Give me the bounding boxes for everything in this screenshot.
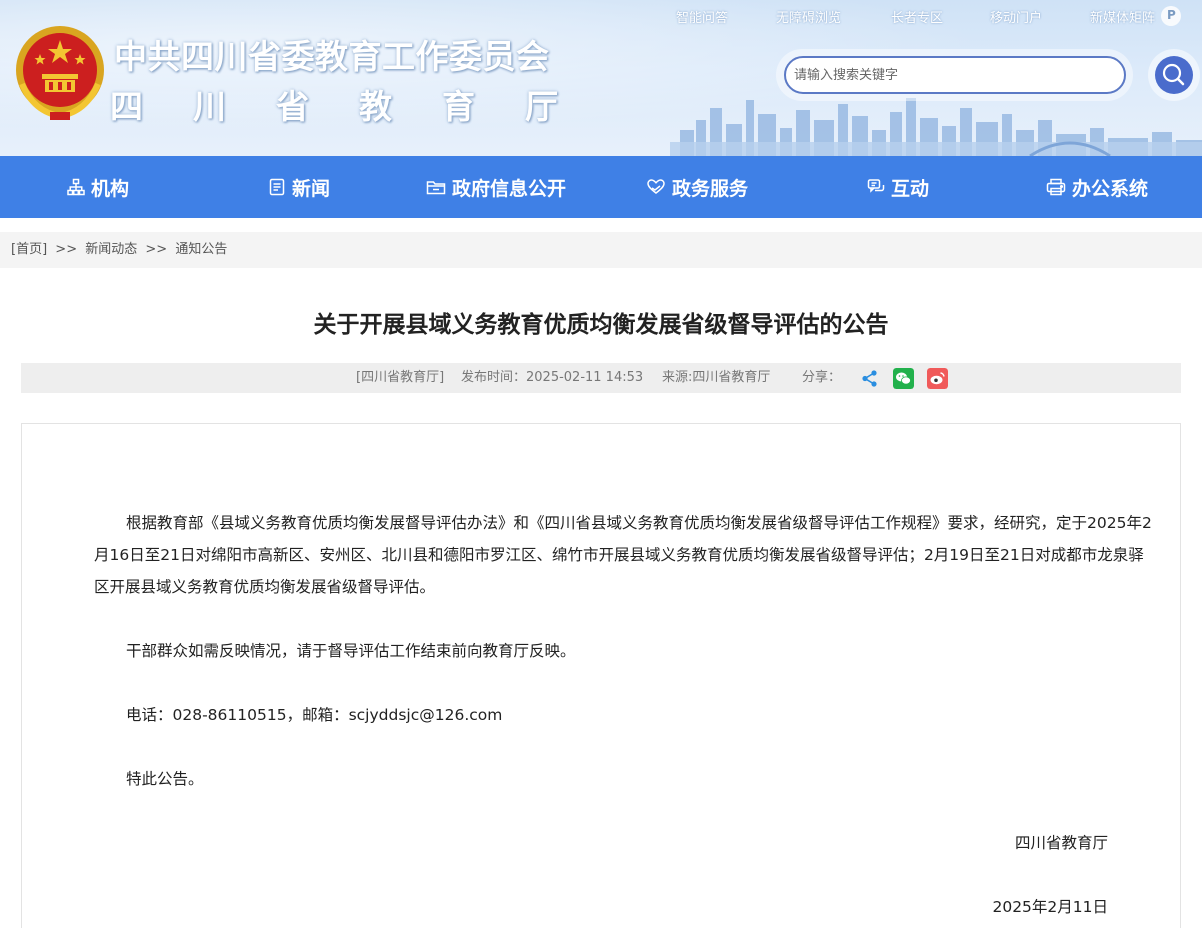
paragraph-text: 干部群众如需反映情况，请于督导评估工作结束前向教育厅反映。 (126, 642, 576, 660)
paragraph-text: 电话：028-86110515，邮箱：scjyddsjc@126.com (126, 706, 503, 724)
breadcrumb-news-link[interactable]: 新闻动态 (85, 242, 137, 257)
breadcrumb-home-link[interactable]: [首页] (11, 242, 47, 257)
article-publish-time: 发布时间：2025-02-11 14:53 (461, 370, 644, 385)
site-title-secondary: 四川省教育厅 (110, 87, 608, 126)
nav-label: 办公系统 (1072, 177, 1149, 200)
document-icon (269, 178, 285, 196)
nav-label: 新闻 (292, 177, 331, 200)
site-title-primary: 中共四川省委教育工作委员会 (114, 37, 550, 76)
nav-item-organization[interactable]: 机构 (67, 156, 129, 218)
weibo-icon[interactable] (927, 368, 948, 389)
breadcrumb: [首页] >> 新闻动态 >> 通知公告 (0, 232, 1202, 268)
nav-label: 互动 (891, 177, 930, 200)
article-meta-bar: [四川省教育厅] 发布时间：2025-02-11 14:53 来源:四川省教育厅… (21, 363, 1181, 393)
search-button[interactable] (1155, 56, 1193, 94)
nav-label: 政府信息公开 (452, 177, 567, 200)
breadcrumb-separator: >> (55, 242, 78, 257)
top-link-smart-qa[interactable]: 智能问答 (676, 7, 728, 26)
top-link-elderly[interactable]: 长者专区 (891, 7, 943, 26)
article-paragraph: 干部群众如需反映情况，请于督导评估工作结束前向教育厅反映。 (94, 635, 1152, 667)
printer-icon (1046, 178, 1066, 196)
paragraph-text: 特此公告。 (126, 770, 204, 788)
article-title: 关于开展县域义务教育优质均衡发展省级督导评估的公告 (313, 312, 889, 338)
nav-item-gov-info[interactable]: 政府信息公开 (426, 156, 566, 218)
article-date: 2025年2月11日 (992, 898, 1108, 916)
article-paragraph: 根据教育部《县域义务教育优质均衡发展督导评估办法》和《四川省县域义务教育优质均衡… (94, 507, 1152, 603)
national-emblem-icon (16, 26, 104, 120)
share-icon[interactable] (859, 368, 880, 389)
article-publisher: [四川省教育厅] (356, 370, 445, 385)
nav-label: 机构 (91, 177, 130, 200)
top-link-mobile-portal[interactable]: 移动门户 (990, 7, 1042, 26)
folder-icon (426, 181, 446, 195)
main-nav: 机构 新闻 政府信息公开 政务服务 互动 办公系统 (0, 156, 1202, 218)
site-header: 中共四川省委教育工作委员会 四川省教育厅 智能问答 无障碍浏览 长者专区 移动门… (0, 0, 1202, 156)
breadcrumb-notice-link[interactable]: 通知公告 (175, 242, 227, 257)
top-link-accessibility[interactable]: 无障碍浏览 (776, 7, 841, 26)
wechat-icon[interactable] (893, 368, 914, 389)
search-icon (1162, 63, 1185, 86)
nav-item-office-system[interactable]: 办公系统 (1046, 156, 1148, 218)
article-paragraph: 特此公告。 (94, 763, 1152, 795)
nav-item-news[interactable]: 新闻 (268, 156, 330, 218)
media-matrix-icon[interactable] (1161, 6, 1181, 26)
nav-label: 政务服务 (672, 177, 749, 200)
org-chart-icon (67, 178, 85, 196)
share-label: 分享： (802, 370, 842, 385)
article-source: 来源:四川省教育厅 (662, 370, 771, 385)
top-link-new-media[interactable]: 新媒体矩阵 (1090, 7, 1155, 26)
article-paragraph: 电话：028-86110515，邮箱：scjyddsjc@126.com (94, 699, 1152, 731)
chat-icon (867, 179, 885, 193)
article-content: 根据教育部《县域义务教育优质均衡发展督导评估办法》和《四川省县域义务教育优质均衡… (21, 423, 1181, 928)
search-input[interactable] (784, 56, 1126, 94)
nav-item-services[interactable]: 政务服务 (646, 156, 748, 218)
paragraph-text: 根据教育部《县域义务教育优质均衡发展督导评估办法》和《四川省县域义务教育优质均衡… (94, 514, 1152, 596)
breadcrumb-separator: >> (145, 242, 168, 257)
nav-item-interaction[interactable]: 互动 (867, 156, 929, 218)
heart-hand-icon (647, 179, 665, 194)
article-signature: 四川省教育厅 (1014, 834, 1108, 852)
